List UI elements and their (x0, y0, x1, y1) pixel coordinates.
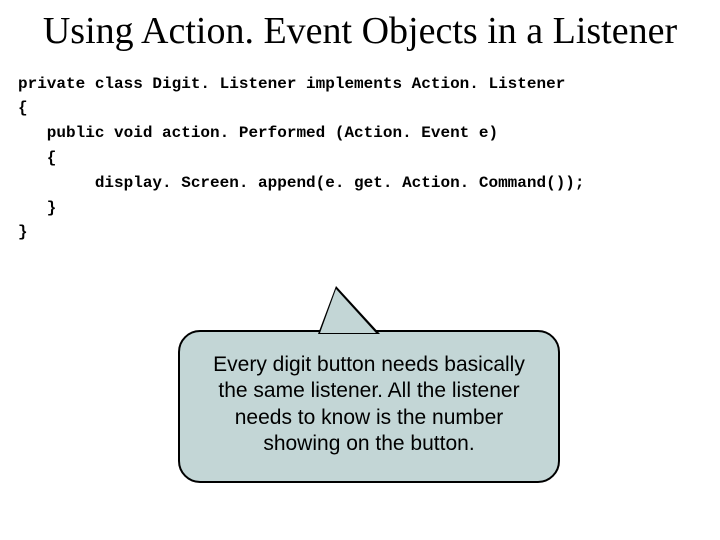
code-line: public void action. Performed (Action. E… (18, 124, 498, 142)
code-line: { (18, 149, 56, 167)
slide: Using Action. Event Objects in a Listene… (0, 0, 720, 540)
code-line: display. Screen. append(e. get. Action. … (18, 174, 585, 192)
slide-title: Using Action. Event Objects in a Listene… (0, 0, 720, 54)
code-block: private class Digit. Listener implements… (18, 72, 720, 246)
code-line: } (18, 223, 28, 241)
code-line: private class Digit. Listener implements… (18, 75, 565, 93)
code-line: { (18, 99, 28, 117)
callout-text: Every digit button needs basically the s… (178, 330, 560, 483)
callout: Every digit button needs basically the s… (178, 330, 560, 483)
code-line: } (18, 199, 56, 217)
